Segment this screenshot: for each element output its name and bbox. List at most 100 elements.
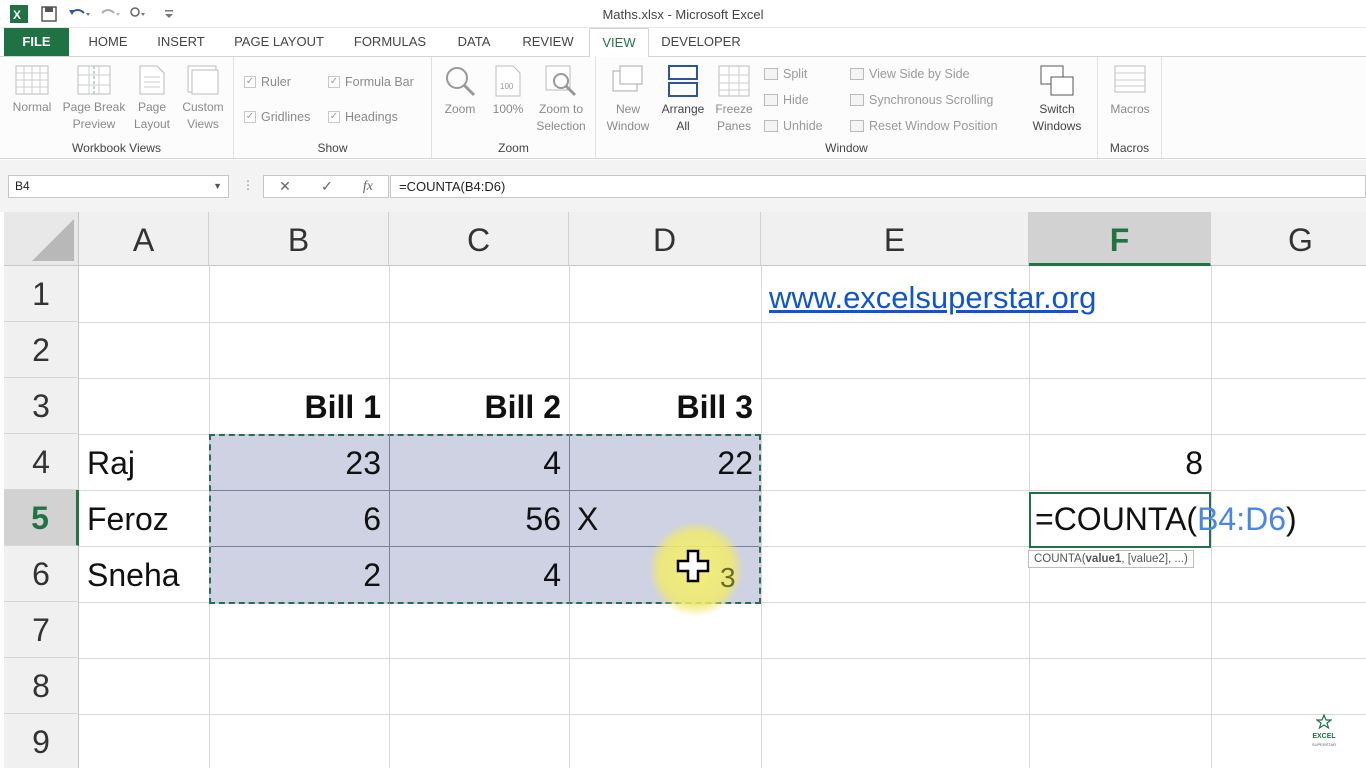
- row-header-7[interactable]: 7: [4, 602, 79, 658]
- formula-function: =COUNTA(: [1035, 501, 1198, 537]
- checkbox-icon: ✓: [244, 111, 256, 123]
- custom-views-icon: [187, 65, 219, 95]
- gridlines-checkbox[interactable]: ✓ Gridlines: [244, 110, 310, 124]
- macros-button[interactable]: Macros: [1102, 65, 1158, 118]
- row-header-1[interactable]: 1: [4, 266, 79, 322]
- column-header-c[interactable]: C: [389, 212, 569, 266]
- cell-c6[interactable]: 4: [389, 546, 569, 602]
- excel-superstar-watermark: EXCEL SUPERSTAR: [1304, 713, 1344, 754]
- column-header-d[interactable]: D: [569, 212, 761, 266]
- cell-d4[interactable]: 22: [569, 434, 761, 490]
- column-header-a[interactable]: A: [79, 212, 209, 266]
- formula-input[interactable]: =COUNTA(B4:D6): [390, 175, 1366, 198]
- website-link[interactable]: www.excelsuperstar.org: [769, 280, 1096, 315]
- column-header-f[interactable]: F: [1029, 212, 1211, 266]
- formula-bar-buttons: ✕ ✓ fx: [263, 175, 389, 198]
- ruler-checkbox[interactable]: ✓ Ruler: [244, 75, 291, 89]
- group-window: New Window Arrange All Freeze Panes Split H…: [596, 57, 1098, 158]
- gridline: [79, 322, 1366, 323]
- tab-review[interactable]: REVIEW: [514, 28, 582, 56]
- reset-window-position-button[interactable]: Reset Window Position: [850, 119, 998, 133]
- unhide-button[interactable]: Unhide: [764, 119, 823, 133]
- custom-views-button[interactable]: Custom Views: [176, 65, 230, 133]
- cell-b6[interactable]: 2: [209, 546, 389, 602]
- cell-f5-formula[interactable]: =COUNTA(B4:D6): [1029, 490, 1305, 546]
- insert-function-icon[interactable]: fx: [363, 179, 373, 195]
- formula-bar: B4 ▼ ⋮ ✕ ✓ fx =COUNTA(B4:D6): [0, 160, 1366, 212]
- arrange-all-button[interactable]: Arrange All: [656, 65, 710, 135]
- svg-text:100: 100: [500, 82, 514, 91]
- name-box[interactable]: B4 ▼: [8, 175, 229, 198]
- cell-a5[interactable]: Feroz: [79, 490, 209, 546]
- zoom-to-selection-button[interactable]: Zoom to Selection: [530, 65, 592, 135]
- zoom-button[interactable]: Zoom: [436, 65, 484, 118]
- split-icon: [764, 68, 778, 80]
- worksheet-grid[interactable]: A B C D E F G 1 2 3 4 5 6 7 8 9 www.exce…: [4, 212, 1366, 768]
- column-header-e[interactable]: E: [761, 212, 1029, 266]
- cell-c4[interactable]: 4: [389, 434, 569, 490]
- tab-view[interactable]: VIEW: [589, 28, 649, 57]
- headings-checkbox[interactable]: ✓ Headings: [328, 110, 398, 124]
- hide-icon: [764, 94, 778, 106]
- group-label: Workbook Views: [72, 141, 161, 155]
- cell-b4[interactable]: 23: [209, 434, 389, 490]
- chevron-down-icon[interactable]: ▼: [213, 176, 222, 197]
- cell-c5[interactable]: 56: [389, 490, 569, 546]
- enter-checkmark-icon[interactable]: ✓: [321, 178, 333, 195]
- title-bar: X Maths.xlsx - Microsoft Excel: [0, 0, 1366, 28]
- cell-e1[interactable]: www.excelsuperstar.org: [761, 268, 1104, 324]
- synchronous-scrolling-button[interactable]: Synchronous Scrolling: [850, 93, 993, 107]
- group-workbook-views: Normal Page Break Preview Page Layout Cust…: [0, 57, 234, 158]
- macros-icon: [1114, 65, 1146, 93]
- switch-windows-button[interactable]: Switch Windows: [1020, 65, 1094, 135]
- cell-a4[interactable]: Raj: [79, 434, 209, 490]
- column-header-g[interactable]: G: [1211, 212, 1366, 266]
- plus-cursor-icon: [676, 549, 710, 583]
- ribbon: Normal Page Break Preview Page Layout Cust…: [0, 56, 1366, 159]
- freeze-panes-icon: [718, 65, 750, 97]
- normal-view-button[interactable]: Normal: [6, 65, 58, 116]
- page-break-preview-button[interactable]: Page Break Preview: [58, 65, 130, 133]
- tab-data[interactable]: DATA: [448, 28, 500, 56]
- tab-insert[interactable]: INSERT: [148, 28, 214, 56]
- new-window-button[interactable]: New Window: [600, 65, 656, 135]
- hide-button[interactable]: Hide: [764, 93, 809, 107]
- zoom-selection-icon: [545, 65, 577, 97]
- row-header-5[interactable]: 5: [4, 490, 79, 546]
- tab-page-layout[interactable]: PAGE LAYOUT: [226, 28, 332, 56]
- tab-home[interactable]: HOME: [76, 28, 140, 56]
- group-label: Macros: [1109, 141, 1150, 155]
- vertical-dots-icon: ⋮: [242, 178, 254, 192]
- cell-b5[interactable]: 6: [209, 490, 389, 546]
- gridline: [79, 658, 1366, 659]
- select-all-button[interactable]: [4, 212, 79, 266]
- arrange-all-icon: [668, 65, 698, 97]
- split-button[interactable]: Split: [764, 67, 807, 81]
- unhide-icon: [764, 120, 778, 132]
- cell-d3[interactable]: Bill 3: [569, 378, 761, 434]
- row-header-2[interactable]: 2: [4, 322, 79, 378]
- zoom-100-button[interactable]: 100 100%: [486, 65, 530, 118]
- cell-a6[interactable]: Sneha: [79, 546, 209, 602]
- row-header-3[interactable]: 3: [4, 378, 79, 434]
- new-window-icon: [612, 65, 643, 92]
- view-side-by-side-button[interactable]: View Side by Side: [850, 67, 970, 81]
- row-header-8[interactable]: 8: [4, 658, 79, 714]
- cancel-icon[interactable]: ✕: [279, 178, 291, 195]
- freeze-panes-button[interactable]: Freeze Panes: [710, 65, 758, 135]
- row-header-4[interactable]: 4: [4, 434, 79, 490]
- cell-f4[interactable]: 8: [1029, 434, 1211, 490]
- page-layout-button[interactable]: Page Layout: [128, 65, 176, 133]
- cell-b3[interactable]: Bill 1: [209, 378, 389, 434]
- cell-c3[interactable]: Bill 2: [389, 378, 569, 434]
- tab-formulas[interactable]: FORMULAS: [344, 28, 436, 56]
- formula-range-reference: B4:D6: [1197, 501, 1287, 537]
- tab-file[interactable]: FILE: [4, 28, 69, 56]
- group-show: ✓ Ruler ✓ Formula Bar ✓ Gridlines ✓ Headings…: [234, 57, 432, 158]
- tab-developer[interactable]: DEVELOPER: [656, 28, 746, 56]
- group-label: Window: [825, 141, 868, 155]
- column-header-b[interactable]: B: [209, 212, 389, 266]
- row-header-6[interactable]: 6: [4, 546, 79, 602]
- row-header-9[interactable]: 9: [4, 714, 79, 768]
- formula-bar-checkbox[interactable]: ✓ Formula Bar: [328, 75, 414, 89]
